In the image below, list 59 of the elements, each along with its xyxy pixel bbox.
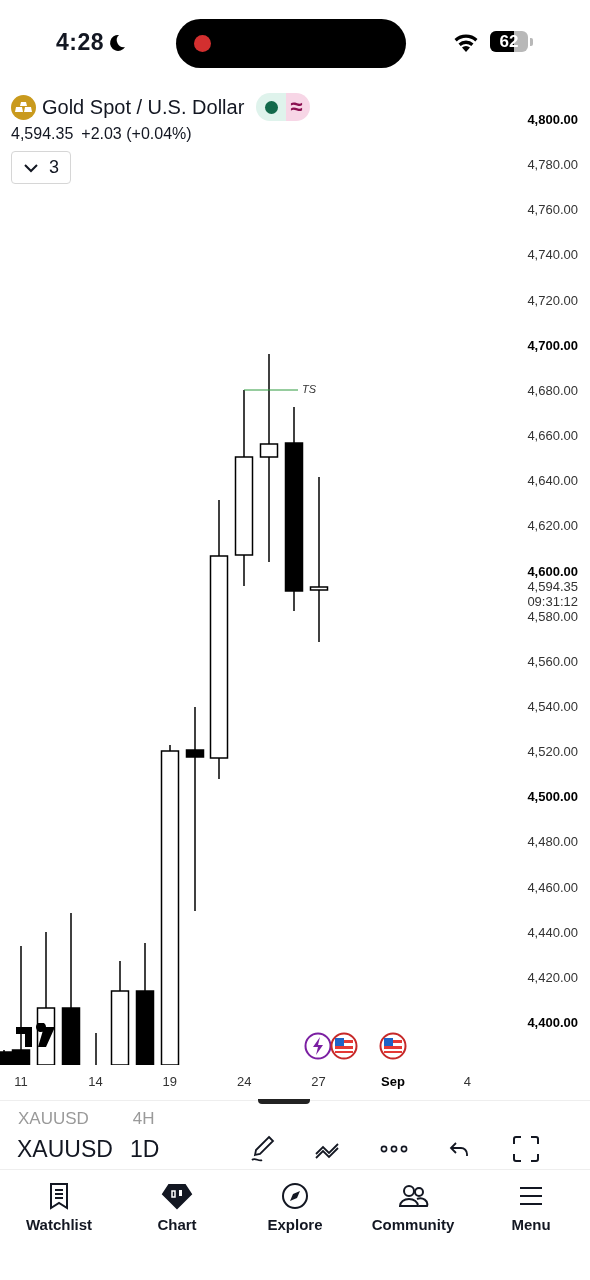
tab[interactable]: Explore [236, 1180, 354, 1233]
price-axis-label: 4,480.00 [527, 834, 578, 851]
price-axis-label: 4,740.00 [527, 247, 578, 264]
price-axis-label: 4,640.00 [527, 473, 578, 490]
drag-handle[interactable] [258, 1099, 310, 1104]
bar-countdown: 09:31:12 [527, 594, 578, 609]
flag-icon[interactable] [330, 1032, 358, 1060]
more-icon [379, 1145, 409, 1153]
trailing-stop-line [243, 389, 299, 391]
price-axis-label: 4,620.00 [527, 518, 578, 535]
time-axis-label: 4 [463, 1074, 471, 1089]
symbol-title: Gold Spot / U.S. Dollar [42, 95, 245, 119]
price-axis-label: 4,400.00 [527, 1015, 578, 1031]
price-axis-label: 4,520.00 [527, 744, 578, 761]
price-axis-label: 4,580.00 [527, 608, 578, 625]
time-axis-label: 11 [14, 1074, 28, 1089]
session-badge[interactable]: ≈ [286, 93, 311, 121]
price-change: +2.03 (+0.04%) [81, 125, 192, 143]
last-price: 4,594.35 [11, 125, 74, 143]
price-axis-label: 4,420.00 [527, 969, 578, 986]
tab[interactable]: Community [354, 1180, 472, 1233]
price-axis-label: 4,780.00 [527, 157, 578, 174]
time-axis-label: 24 [236, 1074, 252, 1089]
time-axis-label: Sep [381, 1074, 405, 1089]
tab[interactable]: Menu [472, 1180, 590, 1233]
current-price-label: 4,594.35 [527, 579, 578, 594]
price-axis-label: 4,720.00 [527, 292, 578, 309]
chevron-icon [23, 162, 39, 173]
price-axis-label: 4,680.00 [527, 382, 578, 399]
price-axis-label: 4,700.00 [527, 337, 578, 354]
faded-symbol: XAUUSD [18, 1109, 89, 1129]
price-axis-label: 4,500.00 [527, 789, 578, 806]
lightning-icon[interactable] [304, 1032, 332, 1060]
recording-dot [194, 35, 211, 52]
price-axis-label: 4,440.00 [527, 924, 578, 941]
time-axis-label: 14 [88, 1074, 103, 1089]
symbol-selector[interactable]: XAUUSD [17, 1135, 130, 1163]
price-axis-label: 4,540.00 [527, 698, 578, 715]
price-axis-label: 4,600.00 [527, 563, 578, 580]
price-axis-label: 4,460.00 [527, 879, 578, 896]
moon-icon [107, 32, 128, 53]
faded-interval: 4H [132, 1109, 155, 1129]
bullion-icon [11, 94, 36, 120]
flag-icon[interactable] [379, 1032, 407, 1060]
tab[interactable]: Chart [118, 1180, 236, 1233]
status-dot [264, 100, 278, 114]
price-axis-label: 4,800.00 [527, 112, 578, 128]
fullscreen-icon [511, 1134, 541, 1164]
price-axis-label: 4,760.00 [527, 202, 578, 219]
time-axis-label: 19 [162, 1074, 178, 1089]
trailing-stop-label: TS [302, 383, 317, 395]
time-axis-label: 27 [311, 1074, 326, 1089]
interval-selector[interactable]: 1D [130, 1135, 242, 1163]
price-axis-label: 4,560.00 [527, 653, 578, 670]
market-open-indicator[interactable] [256, 93, 287, 121]
price-axis-label: 4,660.00 [527, 428, 578, 445]
tab[interactable]: Watchlist [0, 1180, 118, 1233]
status-time: 4:28 [56, 29, 105, 56]
indicators-toggle[interactable]: 3 [11, 151, 71, 184]
